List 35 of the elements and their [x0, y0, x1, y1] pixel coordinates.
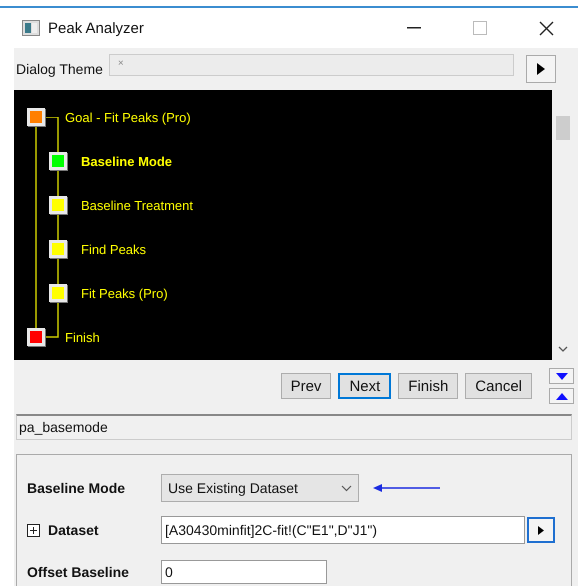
play-icon [537, 524, 545, 536]
offset-baseline-field[interactable]: 0 [161, 560, 327, 584]
minimize-icon[interactable] [407, 27, 421, 29]
wizard-button[interactable]: Finish [398, 373, 458, 399]
scrollbar-thumb[interactable] [556, 116, 570, 140]
wizard-button[interactable]: Prev [280, 373, 332, 399]
chevron-down-icon [341, 484, 352, 492]
step-label[interactable]: Baseline Mode [81, 154, 172, 168]
wizard-button[interactable]: Cancel [465, 373, 532, 399]
setting-label: Dataset [48, 522, 99, 538]
step-label[interactable]: Finish [65, 330, 100, 344]
theme-menu-button[interactable] [526, 55, 556, 83]
page-name-field: pa_basemode [16, 414, 572, 440]
play-icon [536, 62, 546, 76]
app-icon [22, 20, 40, 36]
step-label[interactable]: Find Peaks [81, 242, 146, 256]
wizard-button[interactable]: Next [338, 373, 392, 399]
baseline-mode-dropdown[interactable]: Use Existing Dataset [161, 474, 359, 502]
expand-up-button[interactable] [549, 388, 574, 404]
arrow-icon [373, 483, 441, 493]
collapse-down-button[interactable] [549, 368, 574, 384]
triangle-up-icon [556, 392, 568, 400]
setting-label: Baseline Mode [27, 480, 126, 496]
setting-label: Offset Baseline [27, 564, 129, 580]
step-label[interactable]: Goal - Fit Peaks (Pro) [65, 110, 191, 124]
step-label[interactable]: Baseline Treatment [81, 198, 194, 212]
triangle-down-icon [556, 372, 568, 380]
chevron-down-icon[interactable] [558, 346, 568, 352]
dialog-theme-label: Dialog Theme [16, 61, 103, 77]
dataset-field[interactable]: [A30430minfit]2C-fit!(C"E1",D"J1") [161, 516, 525, 544]
close-icon[interactable] [539, 20, 554, 36]
dataset-menu-button[interactable] [527, 517, 555, 543]
expand-icon[interactable] [27, 524, 40, 536]
window-title: Peak Analyzer [48, 20, 144, 36]
step-label[interactable]: Fit Peaks (Pro) [81, 286, 168, 300]
